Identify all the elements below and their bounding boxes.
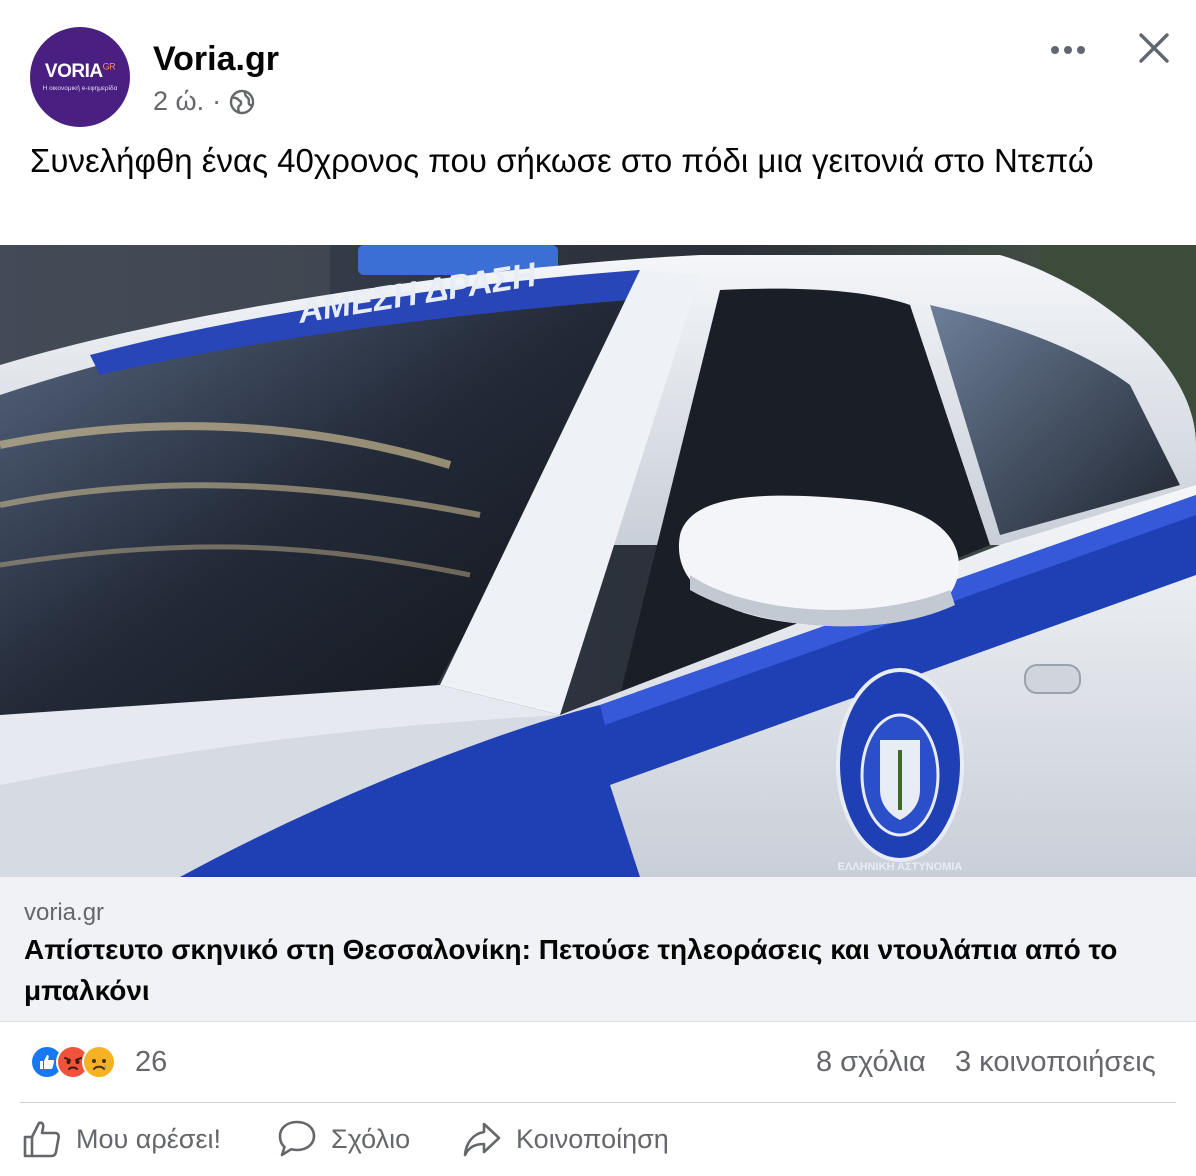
comment-icon [278, 1120, 316, 1157]
link-domain: voria.gr [24, 899, 105, 926]
share-icon [463, 1122, 501, 1157]
link-preview-image[interactable]: ΑΜΕΣΗ ΔΡΑΣΗ ΕΛΛΗΝΙΚΗ ΑΣΤΥΝΟΜΙΑ [0, 245, 1196, 877]
page-avatar[interactable]: VORIAGR Η οικονομική e-εφημερίδα [30, 27, 130, 127]
reaction-count[interactable]: 26 [135, 1046, 167, 1079]
comment-button[interactable]: Σχόλιο [277, 1119, 410, 1159]
shares-count[interactable]: 3 κοινοποιήσεις [955, 1046, 1156, 1079]
like-label: Μου αρέσει! [76, 1123, 221, 1154]
share-label: Κοινοποίηση [516, 1123, 669, 1154]
sad-reaction-icon [82, 1045, 116, 1079]
close-button[interactable] [1132, 26, 1176, 70]
like-button[interactable]: Μου αρέσει! [22, 1119, 221, 1159]
link-preview-info[interactable]: voria.gr Απίστευτο σκηνικό στη Θεσσαλονί… [0, 877, 1196, 1022]
reaction-icons[interactable] [30, 1045, 116, 1079]
post-meta: 2 ώ. · [153, 86, 255, 117]
reactions-bar: 26 8 σχόλια 3 κοινοποιήσεις [0, 1030, 1196, 1100]
more-options-button[interactable] [1046, 32, 1090, 68]
close-icon [1139, 33, 1169, 63]
post-header: VORIAGR Η οικονομική e-εφημερίδα Voria.g… [0, 0, 1196, 140]
like-icon [23, 1121, 60, 1158]
share-button[interactable]: Κοινοποίηση [462, 1119, 669, 1159]
emblem-text: ΕΛΛΗΝΙΚΗ ΑΣΤΥΝΟΜΙΑ [838, 861, 963, 873]
avatar-logo: VORIAGR [44, 61, 116, 82]
more-options-icon [1051, 46, 1085, 54]
link-title[interactable]: Απίστευτο σκηνικό στη Θεσσαλονίκη: Πετού… [24, 929, 1174, 1011]
comments-count[interactable]: 8 σχόλια [816, 1046, 926, 1079]
meta-separator: · [212, 86, 222, 116]
post-text: Συνελήφθη ένας 40χρονος που σήκωσε στο π… [30, 142, 1094, 179]
post-timestamp[interactable]: 2 ώ. [153, 86, 204, 117]
page-name-link[interactable]: Voria.gr [153, 40, 279, 79]
actions-bar: Μου αρέσει! Σχόλιο Κοινοποίηση [0, 1103, 1196, 1176]
globe-icon[interactable] [229, 89, 255, 115]
comment-label: Σχόλιο [331, 1123, 411, 1154]
avatar-tagline: Η οικονομική e-εφημερίδα [42, 85, 118, 92]
